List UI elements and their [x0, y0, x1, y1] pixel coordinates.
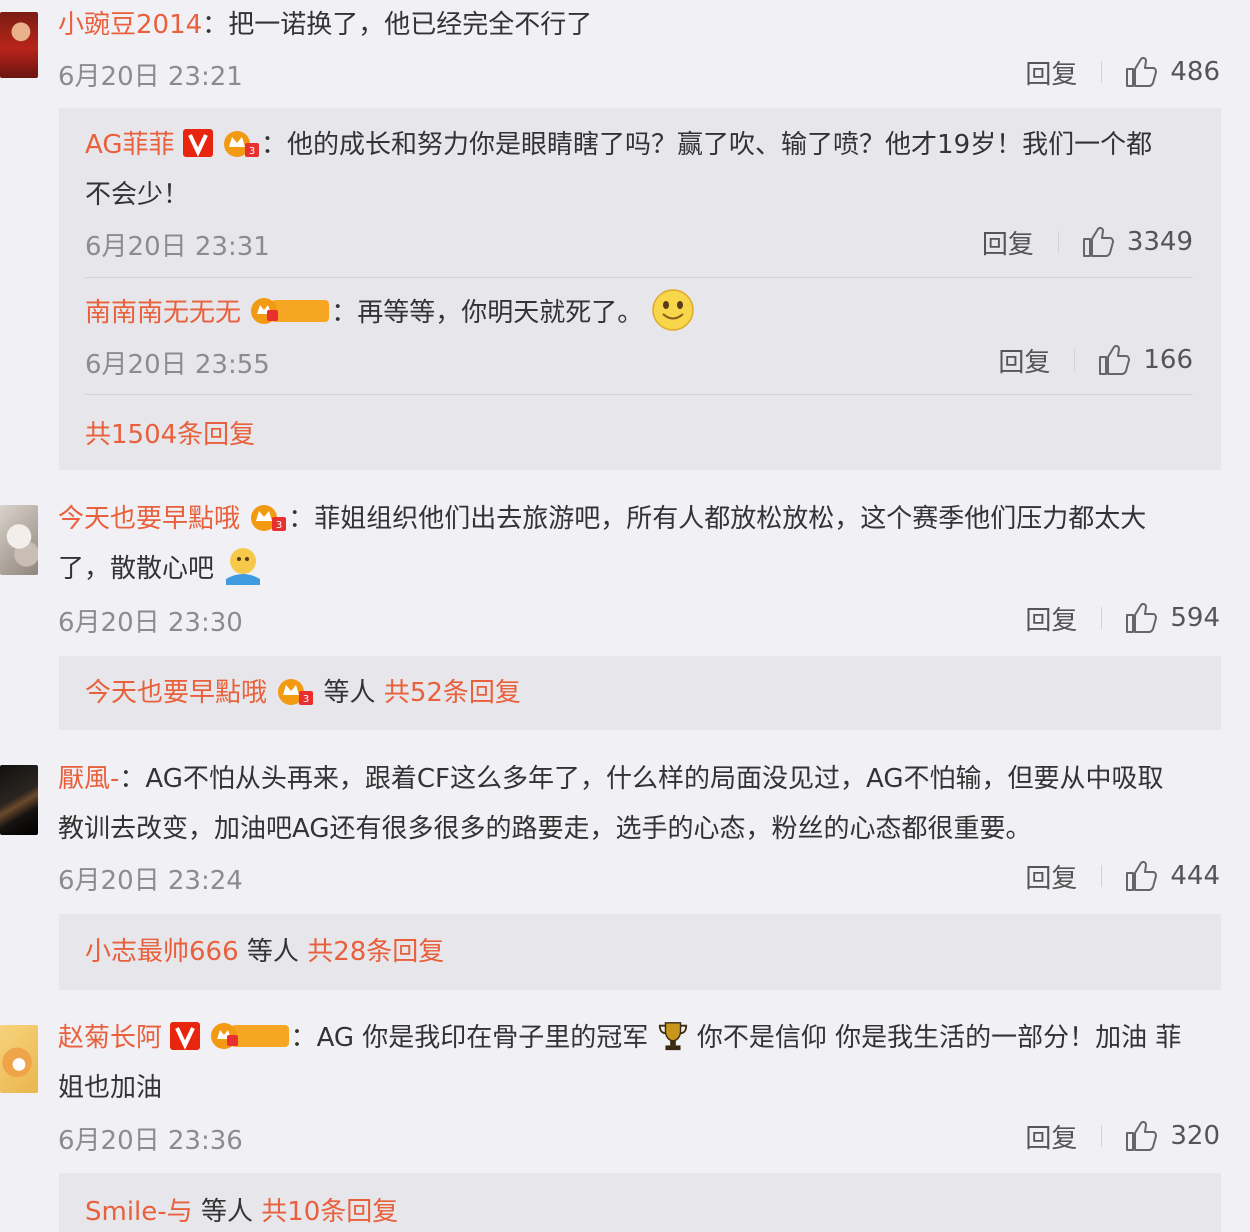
thumbs-up-icon[interactable] — [1124, 55, 1158, 89]
divider — [1057, 231, 1059, 253]
comment-username[interactable]: 今天也要早點哦 — [58, 504, 240, 534]
comment-time: 6月20日 23:21 — [58, 62, 243, 92]
comment-actions: 回复 320 — [1025, 1116, 1220, 1156]
reply-summary-user[interactable]: 今天也要早點哦 — [85, 678, 267, 708]
divider — [1101, 865, 1103, 887]
thumbs-up-icon[interactable] — [1081, 225, 1115, 259]
reply-username[interactable]: AG菲菲 — [85, 130, 174, 160]
reply-summary-total[interactable]: 共10条回复 — [261, 1197, 398, 1227]
reply-summary-user[interactable]: 小志最帅666 — [85, 937, 239, 967]
reply-actions: 回复 166 — [998, 340, 1193, 380]
avatar[interactable] — [0, 505, 38, 575]
reply-summary-user[interactable]: Smile-与 — [85, 1197, 193, 1227]
thumbs-up-icon[interactable] — [1124, 601, 1158, 635]
divider — [1074, 349, 1076, 371]
fan-badge-icon — [249, 296, 331, 326]
like-count: 444 — [1170, 861, 1220, 891]
like-count: 320 — [1170, 1121, 1220, 1151]
comment-text: 你不是信仰 你是我生活的一部分！加油 菲 — [696, 1023, 1182, 1053]
verified-v-icon — [183, 129, 213, 157]
reply-button[interactable]: 回复 — [1025, 858, 1077, 895]
comment-username[interactable]: 小豌豆2014 — [58, 10, 202, 40]
reply-button[interactable]: 回复 — [1025, 600, 1077, 637]
member-crown-icon — [248, 501, 288, 533]
comment-actions: 回复 594 — [1025, 598, 1220, 638]
reply-text: 他的成长和努力你是眼睛瞎了吗？赢了吹、输了喷？他才19岁！我们一个都 — [287, 130, 1153, 160]
reply-summary-middle: 等人 — [323, 678, 376, 708]
comment-text: AG不怕从头再来，跟着CF这么多年了，什么样的局面没见过，AG不怕输，但要从中吸… — [145, 764, 1164, 794]
thumbs-up-icon[interactable] — [1124, 1119, 1158, 1153]
reply-button[interactable]: 回复 — [1025, 54, 1077, 91]
reply-button[interactable]: 回复 — [1025, 1118, 1077, 1155]
comment-text: 了，散散心吧 — [58, 554, 215, 584]
comment-text-continued: 了，散散心吧 — [58, 544, 264, 594]
divider — [1101, 607, 1103, 629]
like-count: 166 — [1143, 345, 1193, 375]
verified-v-icon — [170, 1022, 200, 1050]
reply-text-continued: 不会少！ — [85, 180, 190, 210]
comment-actions: 回复 444 — [1025, 856, 1220, 896]
reply-body: AG菲菲 ：他的成长和努力你是眼睛瞎了吗？赢了吹、输了喷？他才19岁！我们一个都 — [85, 120, 1152, 170]
reply-time: 6月20日 23:55 — [85, 350, 270, 380]
smile-emoji-icon — [652, 289, 694, 331]
comment-time: 6月20日 23:30 — [58, 608, 243, 638]
comment-text: 把一诺换了，他已经完全不行了 — [228, 10, 593, 40]
avatar[interactable] — [0, 12, 38, 78]
comment-time: 6月20日 23:36 — [58, 1126, 243, 1156]
reply-summary-middle: 等人 — [200, 1197, 253, 1227]
comment-text-continued: 姐也加油 — [58, 1073, 163, 1103]
comment-body: 今天也要早點哦 ：菲姐组织他们出去旅游吧，所有人都放松放松，这个赛季他们压力都太… — [58, 494, 1146, 544]
thumbs-up-icon[interactable] — [1097, 343, 1131, 377]
comment-username[interactable]: 厭風- — [58, 764, 119, 794]
reply-summary-middle: 等人 — [246, 937, 299, 967]
reply-summary-total[interactable]: 共52条回复 — [384, 678, 521, 708]
comment-text: AG 你是我印在骨子里的冠军 — [316, 1023, 649, 1053]
reply-summary[interactable]: 今天也要早點哦 等人 共52条回复 — [85, 668, 521, 718]
reply-actions: 回复 3349 — [982, 222, 1193, 262]
hug-emoji-icon — [222, 545, 264, 587]
avatar[interactable] — [0, 1025, 38, 1093]
reply-divider — [85, 277, 1193, 278]
comment-body: 小豌豆2014：把一诺换了，他已经完全不行了 — [58, 10, 593, 40]
reply-divider — [85, 394, 1193, 395]
divider — [1101, 1125, 1103, 1147]
comment-text: 菲姐组织他们出去旅游吧，所有人都放松放松，这个赛季他们压力都太大 — [314, 504, 1147, 534]
comment-actions: 回复 486 — [1025, 52, 1220, 92]
comment-time: 6月20日 23:24 — [58, 866, 243, 896]
like-count: 486 — [1170, 57, 1220, 87]
comment-body: 厭風-：AG不怕从头再来，跟着CF这么多年了，什么样的局面没见过，AG不怕输，但… — [58, 764, 1164, 794]
thumbs-up-icon[interactable] — [1124, 859, 1158, 893]
reply-summary[interactable]: Smile-与 等人 共10条回复 — [85, 1187, 398, 1232]
more-replies-link[interactable]: 共1504条回复 — [85, 410, 255, 460]
comment-body: 赵菊长阿 ：AG 你是我印在骨子里的冠军 你不是信仰 你是我生活的一部分！加油 … — [58, 1013, 1181, 1063]
fan-badge-icon — [209, 1021, 291, 1051]
trophy-icon — [657, 1020, 689, 1052]
reply-username[interactable]: 南南南无无无 — [85, 298, 241, 328]
reply-summary[interactable]: 小志最帅666 等人 共28条回复 — [85, 927, 444, 977]
comment-username[interactable]: 赵菊长阿 — [58, 1023, 162, 1053]
avatar[interactable] — [0, 765, 38, 835]
like-count: 3349 — [1126, 227, 1193, 257]
comment-text-continued: 教训去改变，加油吧AG还有很多很多的路要走，选手的心态，粉丝的心态都很重要。 — [58, 814, 1032, 844]
divider — [1101, 61, 1103, 83]
reply-time: 6月20日 23:31 — [85, 232, 270, 262]
member-crown-icon — [221, 127, 261, 159]
member-crown-icon — [275, 675, 315, 707]
reply-button[interactable]: 回复 — [998, 342, 1050, 379]
like-count: 594 — [1170, 603, 1220, 633]
reply-body: 南南南无无无 ：再等等，你明天就死了。 — [85, 288, 694, 338]
reply-button[interactable]: 回复 — [982, 224, 1034, 261]
reply-summary-total[interactable]: 共28条回复 — [307, 937, 444, 967]
reply-text: 再等等，你明天就死了。 — [357, 298, 644, 328]
